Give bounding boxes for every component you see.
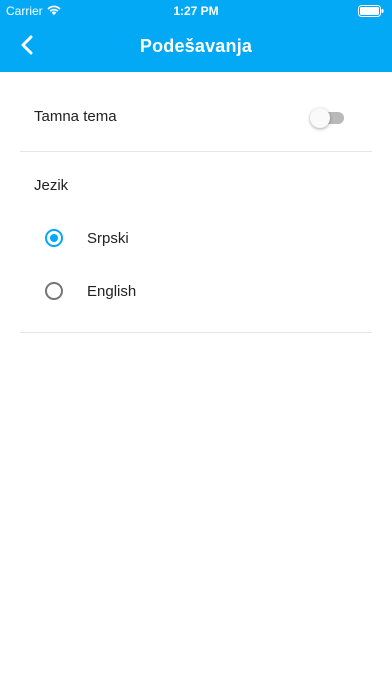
status-bar: Carrier 1:27 PM bbox=[0, 0, 392, 22]
battery-full-icon bbox=[358, 5, 384, 17]
language-option-srpski[interactable]: Srpski bbox=[20, 212, 372, 264]
dark-theme-toggle[interactable] bbox=[310, 108, 346, 128]
radio-dot bbox=[50, 234, 58, 242]
language-option-label: Srpski bbox=[87, 230, 129, 247]
dark-theme-label: Tamna tema bbox=[34, 108, 117, 125]
language-section: Jezik Srpski English bbox=[20, 152, 372, 333]
page-title: Podešavanja bbox=[139, 36, 253, 56]
settings-screen: Carrier 1:27 PM Podešavanja Tamna tema J… bbox=[0, 0, 392, 696]
app-header: Carrier 1:27 PM Podešavanja bbox=[0, 0, 392, 72]
language-option-label: English bbox=[87, 283, 137, 300]
radio-unselected[interactable] bbox=[45, 282, 63, 300]
dark-theme-row: Tamna tema bbox=[20, 84, 372, 152]
status-time: 1:27 PM bbox=[173, 4, 219, 18]
radio-selected[interactable] bbox=[45, 229, 63, 247]
language-option-english[interactable]: English bbox=[20, 265, 372, 317]
toggle-thumb bbox=[310, 108, 330, 128]
navigation-bar: Podešavanja bbox=[0, 22, 392, 72]
language-heading: Jezik bbox=[34, 177, 69, 194]
